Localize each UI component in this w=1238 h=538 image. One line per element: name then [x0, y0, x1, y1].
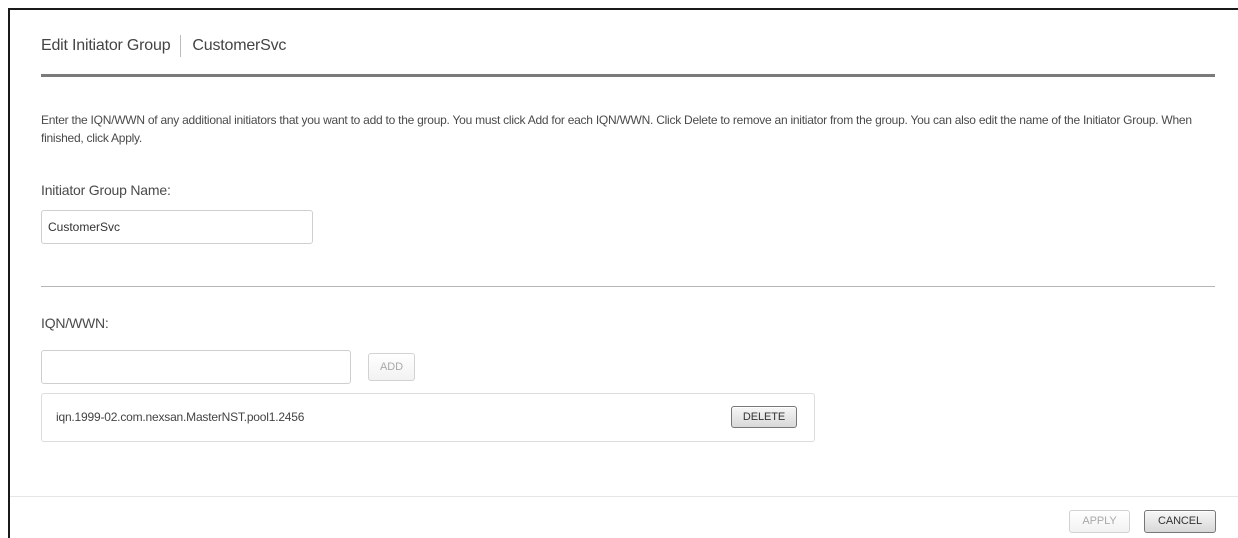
initiator-iqn: iqn.1999-02.com.nexsan.MasterNST.pool1.2…	[56, 410, 305, 424]
group-name-label: Initiator Group Name:	[41, 182, 171, 198]
initiator-row: iqn.1999-02.com.nexsan.MasterNST.pool1.2…	[42, 394, 814, 441]
iqn-wwn-label: IQN/WWN:	[41, 315, 109, 331]
edit-initiator-group-dialog: Edit Initiator Group CustomerSvc Enter t…	[8, 8, 1238, 538]
initiator-list: iqn.1999-02.com.nexsan.MasterNST.pool1.2…	[41, 393, 815, 442]
footer-divider	[10, 496, 1238, 497]
header-divider	[41, 74, 1215, 77]
add-button[interactable]: ADD	[368, 353, 415, 381]
dialog-header: Edit Initiator Group CustomerSvc	[41, 32, 286, 60]
instructions-text: Enter the IQN/WWN of any additional init…	[41, 113, 1192, 145]
dialog-subtitle: CustomerSvc	[192, 37, 287, 54]
section-divider	[41, 286, 1215, 287]
group-name-input[interactable]	[41, 210, 313, 244]
title-separator	[180, 35, 182, 57]
cancel-button[interactable]: CANCEL	[1144, 510, 1216, 533]
iqn-wwn-input[interactable]	[41, 350, 351, 384]
apply-button[interactable]: APPLY	[1069, 510, 1130, 533]
delete-button[interactable]: DELETE	[731, 406, 797, 428]
dialog-title: Edit Initiator Group	[41, 37, 171, 54]
